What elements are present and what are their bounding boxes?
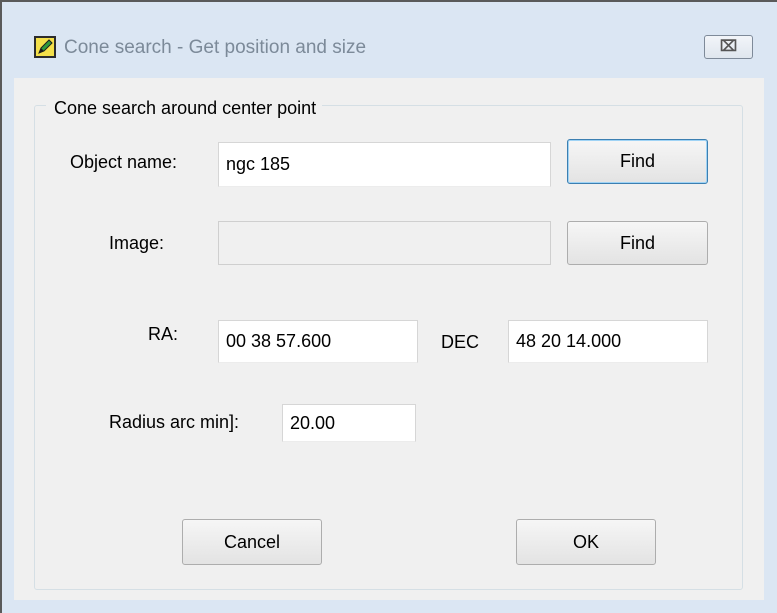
image-label: Image: bbox=[109, 233, 165, 253]
image-input[interactable] bbox=[218, 221, 551, 265]
close-button[interactable]: ⌧ bbox=[704, 35, 753, 59]
edit-icon bbox=[34, 36, 56, 58]
radius-label: Radius arc min]: bbox=[109, 412, 240, 432]
ok-button[interactable]: OK bbox=[516, 519, 656, 565]
radius-input[interactable]: 20.00 bbox=[282, 404, 416, 442]
find-object-button[interactable]: Find bbox=[567, 139, 708, 184]
object-name-label: Object name: bbox=[70, 152, 178, 172]
close-icon: ⌧ bbox=[719, 38, 738, 55]
find-image-button[interactable]: Find bbox=[567, 221, 708, 265]
dec-input[interactable]: 48 20 14.000 bbox=[508, 320, 708, 363]
dialog-window: Cone search - Get position and size ⌧ Co… bbox=[0, 0, 777, 613]
ra-label: RA: bbox=[148, 324, 179, 344]
dialog-body: Cone search around center point Object n… bbox=[14, 78, 764, 600]
cancel-button[interactable]: Cancel bbox=[182, 519, 322, 565]
title-bar: Cone search - Get position and size ⌧ bbox=[4, 2, 777, 59]
object-name-input[interactable]: ngc 185 bbox=[218, 142, 551, 187]
group-title: Cone search around center point bbox=[46, 98, 323, 119]
dec-label: DEC bbox=[441, 332, 480, 352]
ra-input[interactable]: 00 38 57.600 bbox=[218, 320, 418, 363]
window-title: Cone search - Get position and size bbox=[64, 37, 367, 58]
